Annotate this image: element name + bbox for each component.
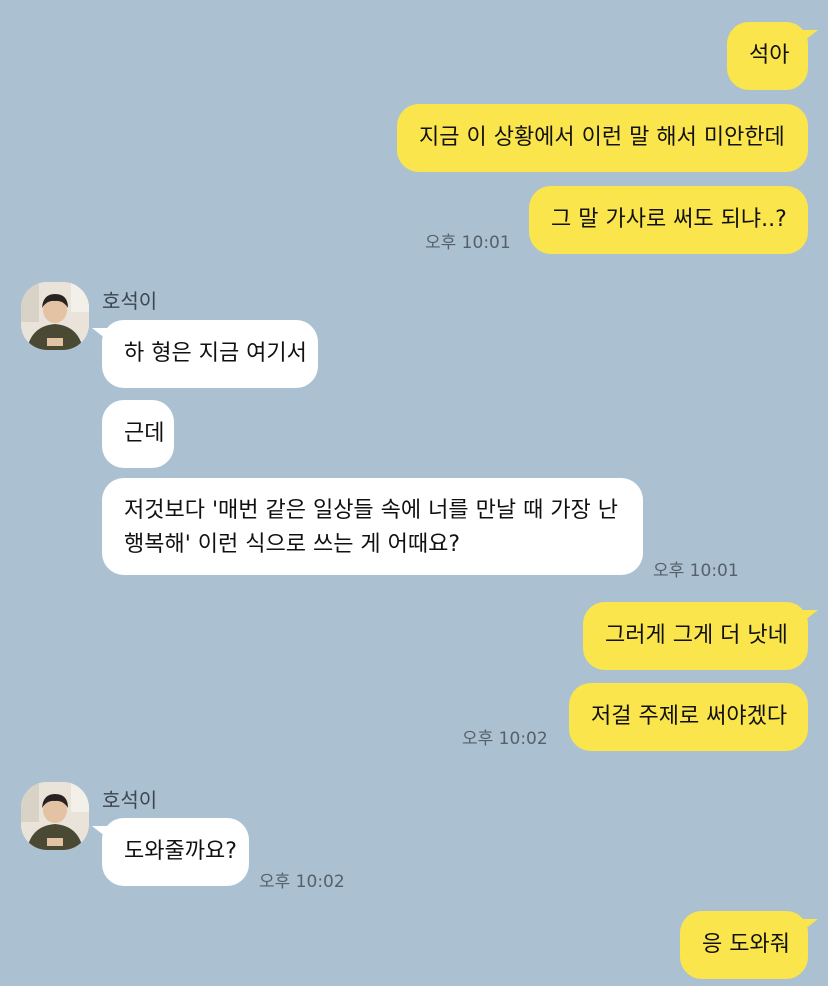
timestamp: 오후 10:02: [259, 872, 345, 892]
message-text: 그 말 가사로 써도 되냐..?: [551, 207, 787, 232]
avatar[interactable]: [21, 282, 89, 350]
sender-name: 호석이: [102, 788, 158, 812]
message-text: 도와줄까요?: [124, 839, 237, 864]
bubble-tail: [800, 919, 818, 933]
avatar[interactable]: [21, 782, 89, 850]
other-message-bubble[interactable]: 근데: [102, 400, 174, 468]
bubble-tail: [800, 610, 818, 624]
message-text: 응 도와줘: [702, 932, 790, 957]
my-message-bubble[interactable]: 그러게 그게 더 낫네: [583, 602, 808, 670]
message-text-line: 행복해' 이런 식으로 쓰는 게 어때요?: [124, 532, 461, 557]
other-message-bubble[interactable]: 도와줄까요?: [102, 818, 249, 886]
sender-name: 호석이: [102, 289, 158, 313]
message-text: 지금 이 상황에서 이런 말 해서 미안한데: [419, 125, 785, 150]
message-text: 그러게 그게 더 낫네: [605, 623, 788, 648]
message-text: 근데: [124, 421, 165, 446]
my-message-bubble[interactable]: 응 도와줘: [680, 911, 808, 979]
message-text: 저걸 주제로 써야겠다: [591, 704, 788, 729]
message-text: 석아: [749, 43, 790, 68]
other-message-bubble[interactable]: 하 형은 지금 여기서: [102, 320, 318, 388]
message-text-line: 저것보다 '매번 같은 일상들 속에 너를 만날 때 가장 난: [124, 498, 619, 523]
my-message-bubble[interactable]: 석아: [727, 22, 808, 90]
timestamp: 오후 10:01: [425, 233, 511, 253]
my-message-bubble[interactable]: 저걸 주제로 써야겠다: [569, 683, 808, 751]
timestamp: 오후 10:01: [653, 561, 739, 581]
bubble-tail: [92, 328, 110, 342]
other-message-bubble[interactable]: 저것보다 '매번 같은 일상들 속에 너를 만날 때 가장 난 행복해' 이런 …: [102, 478, 643, 575]
my-message-bubble[interactable]: 그 말 가사로 써도 되냐..?: [529, 186, 808, 254]
profile-photo-icon: [21, 782, 89, 850]
bubble-tail: [92, 826, 110, 840]
message-text: 하 형은 지금 여기서: [124, 341, 307, 366]
timestamp: 오후 10:02: [462, 729, 548, 749]
profile-photo-icon: [21, 282, 89, 350]
my-message-bubble[interactable]: 지금 이 상황에서 이런 말 해서 미안한데: [397, 104, 808, 172]
bubble-tail: [800, 30, 818, 44]
